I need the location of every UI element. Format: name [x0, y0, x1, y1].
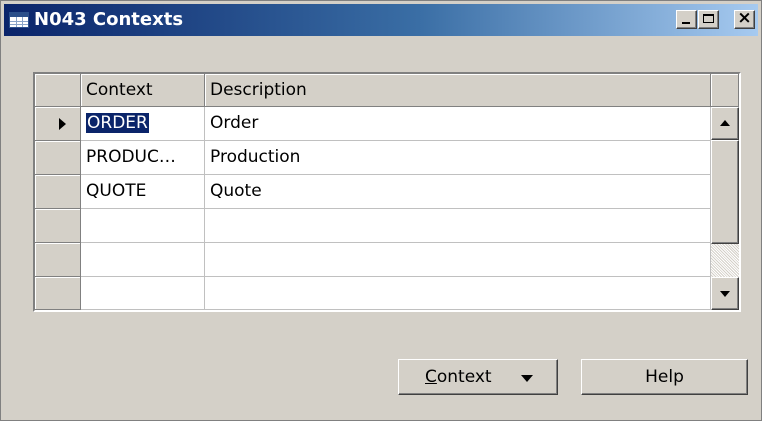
cell-description[interactable]: Production — [205, 141, 711, 175]
cell-context[interactable]: QUOTE — [81, 175, 205, 209]
cell-context[interactable] — [81, 209, 205, 243]
maximize-button[interactable] — [698, 10, 719, 29]
close-icon: × — [737, 8, 752, 28]
row-selector[interactable] — [35, 209, 81, 243]
cell-description[interactable] — [205, 277, 711, 310]
cell-context[interactable] — [81, 243, 205, 277]
row-selector[interactable] — [35, 277, 81, 310]
help-button[interactable]: Help — [581, 359, 748, 395]
row-selector[interactable] — [35, 141, 81, 175]
window-title: N043 Contexts — [34, 9, 184, 30]
header-corner — [711, 74, 739, 107]
row-selector[interactable] — [35, 175, 81, 209]
column-header-context[interactable]: Context — [81, 74, 205, 107]
cell-context[interactable]: PRODUC… — [81, 141, 205, 175]
row-selector[interactable] — [35, 243, 81, 277]
scroll-up-button[interactable] — [711, 107, 739, 140]
title-bar[interactable]: N043 Contexts × — [4, 4, 758, 36]
scroll-down-button[interactable] — [711, 277, 739, 310]
cell-description[interactable] — [205, 209, 711, 243]
arrow-down-icon — [720, 291, 730, 297]
table-icon[interactable] — [9, 12, 29, 28]
column-header-description[interactable]: Description — [205, 74, 711, 107]
row-selector-header[interactable] — [35, 74, 81, 107]
row-selector[interactable] — [35, 107, 81, 141]
context-button-label: Context — [425, 367, 492, 387]
minimize-button[interactable] — [676, 10, 697, 29]
minimize-icon — [682, 22, 690, 24]
dropdown-arrow-icon — [521, 375, 533, 382]
cell-description[interactable] — [205, 243, 711, 277]
cell-description[interactable]: Order — [205, 107, 711, 141]
close-button[interactable]: × — [734, 8, 755, 29]
maximize-icon — [703, 14, 714, 23]
vertical-scrollbar[interactable] — [711, 107, 739, 310]
contexts-window: N043 Contexts × Context Description ORDE… — [0, 0, 762, 421]
scroll-track[interactable] — [711, 244, 739, 277]
cell-description[interactable]: Quote — [205, 175, 711, 209]
cell-context[interactable]: ORDER — [81, 107, 205, 141]
context-menu-button[interactable]: Context — [398, 359, 558, 395]
contexts-grid[interactable]: Context Description ORDER Order PRODUC… … — [33, 72, 741, 312]
cell-context[interactable] — [81, 277, 205, 310]
scroll-thumb[interactable] — [711, 140, 739, 244]
current-row-arrow-icon — [59, 118, 66, 130]
arrow-up-icon — [720, 120, 730, 126]
